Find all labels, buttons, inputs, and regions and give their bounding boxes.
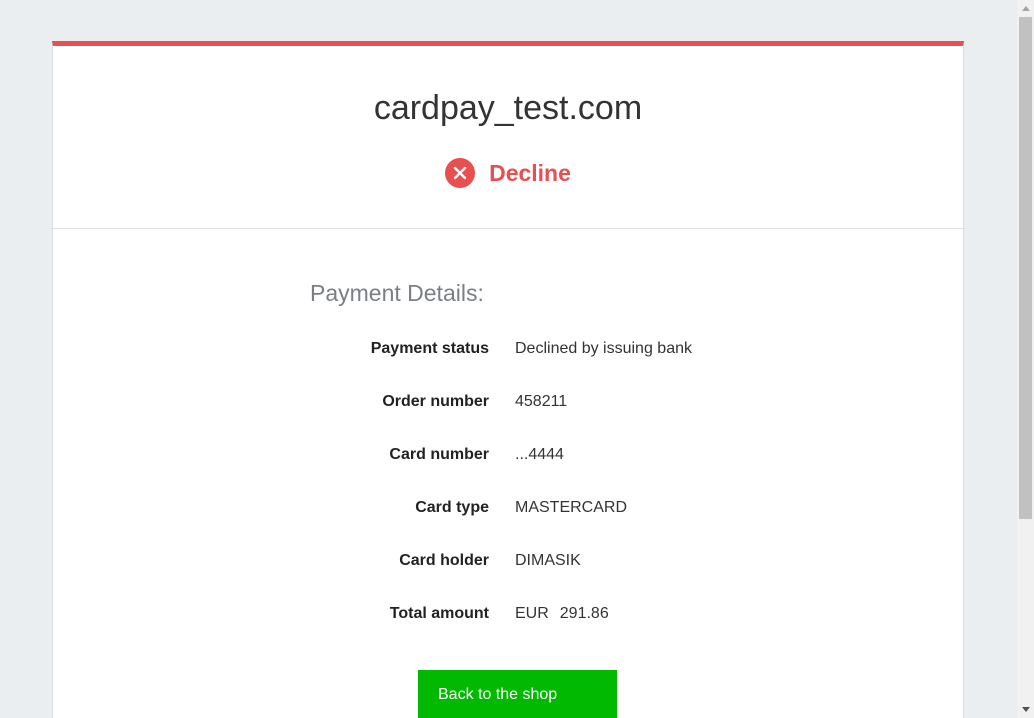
scrollbar-thumb[interactable] (1019, 17, 1032, 519)
detail-value: 458211 (515, 393, 568, 410)
detail-label: Payment status (370, 340, 489, 357)
payment-details-title: Payment Details: (310, 280, 484, 306)
detail-label: Card holder (399, 552, 489, 569)
detail-row-payment-status: Payment status Declined by issuing bank (53, 339, 963, 392)
page: cardpay_test.com Decline Payment Details… (0, 0, 1034, 718)
scroll-down-icon[interactable] (1017, 701, 1034, 718)
back-to-shop-button[interactable]: Back to the shop (418, 670, 617, 718)
amount-currency: EUR (515, 605, 549, 622)
detail-value: Declined by issuing bank (515, 340, 692, 357)
result-header: cardpay_test.com Decline (53, 46, 963, 229)
detail-row-order-number: Order number 458211 (53, 392, 963, 445)
vertical-scrollbar[interactable] (1017, 0, 1034, 718)
merchant-name: cardpay_test.com (373, 89, 643, 127)
detail-value: EUR 291.86 (515, 604, 609, 624)
detail-label: Total amount (389, 605, 489, 622)
detail-label: Order number (382, 393, 489, 410)
status-text: Decline (489, 160, 571, 186)
amount-value: 291.86 (559, 605, 609, 622)
payment-details-list: Payment status Declined by issuing bank … (53, 339, 963, 657)
detail-value: DIMASIK (515, 552, 581, 569)
detail-value: MASTERCARD (515, 499, 628, 516)
detail-row-card-holder: Card holder DIMASIK (53, 551, 963, 604)
payment-result-card: cardpay_test.com Decline Payment Details… (52, 41, 964, 718)
detail-row-card-type: Card type MASTERCARD (53, 498, 963, 551)
detail-label: Card number (389, 446, 489, 463)
status-line: Decline (53, 158, 963, 188)
detail-value: ...4444 (515, 446, 564, 463)
decline-icon (445, 158, 476, 188)
detail-label: Card type (415, 499, 489, 516)
detail-row-total-amount: Total amount EUR 291.86 (53, 604, 963, 657)
scroll-up-icon[interactable] (1017, 0, 1034, 17)
detail-row-card-number: Card number ...4444 (53, 445, 963, 498)
